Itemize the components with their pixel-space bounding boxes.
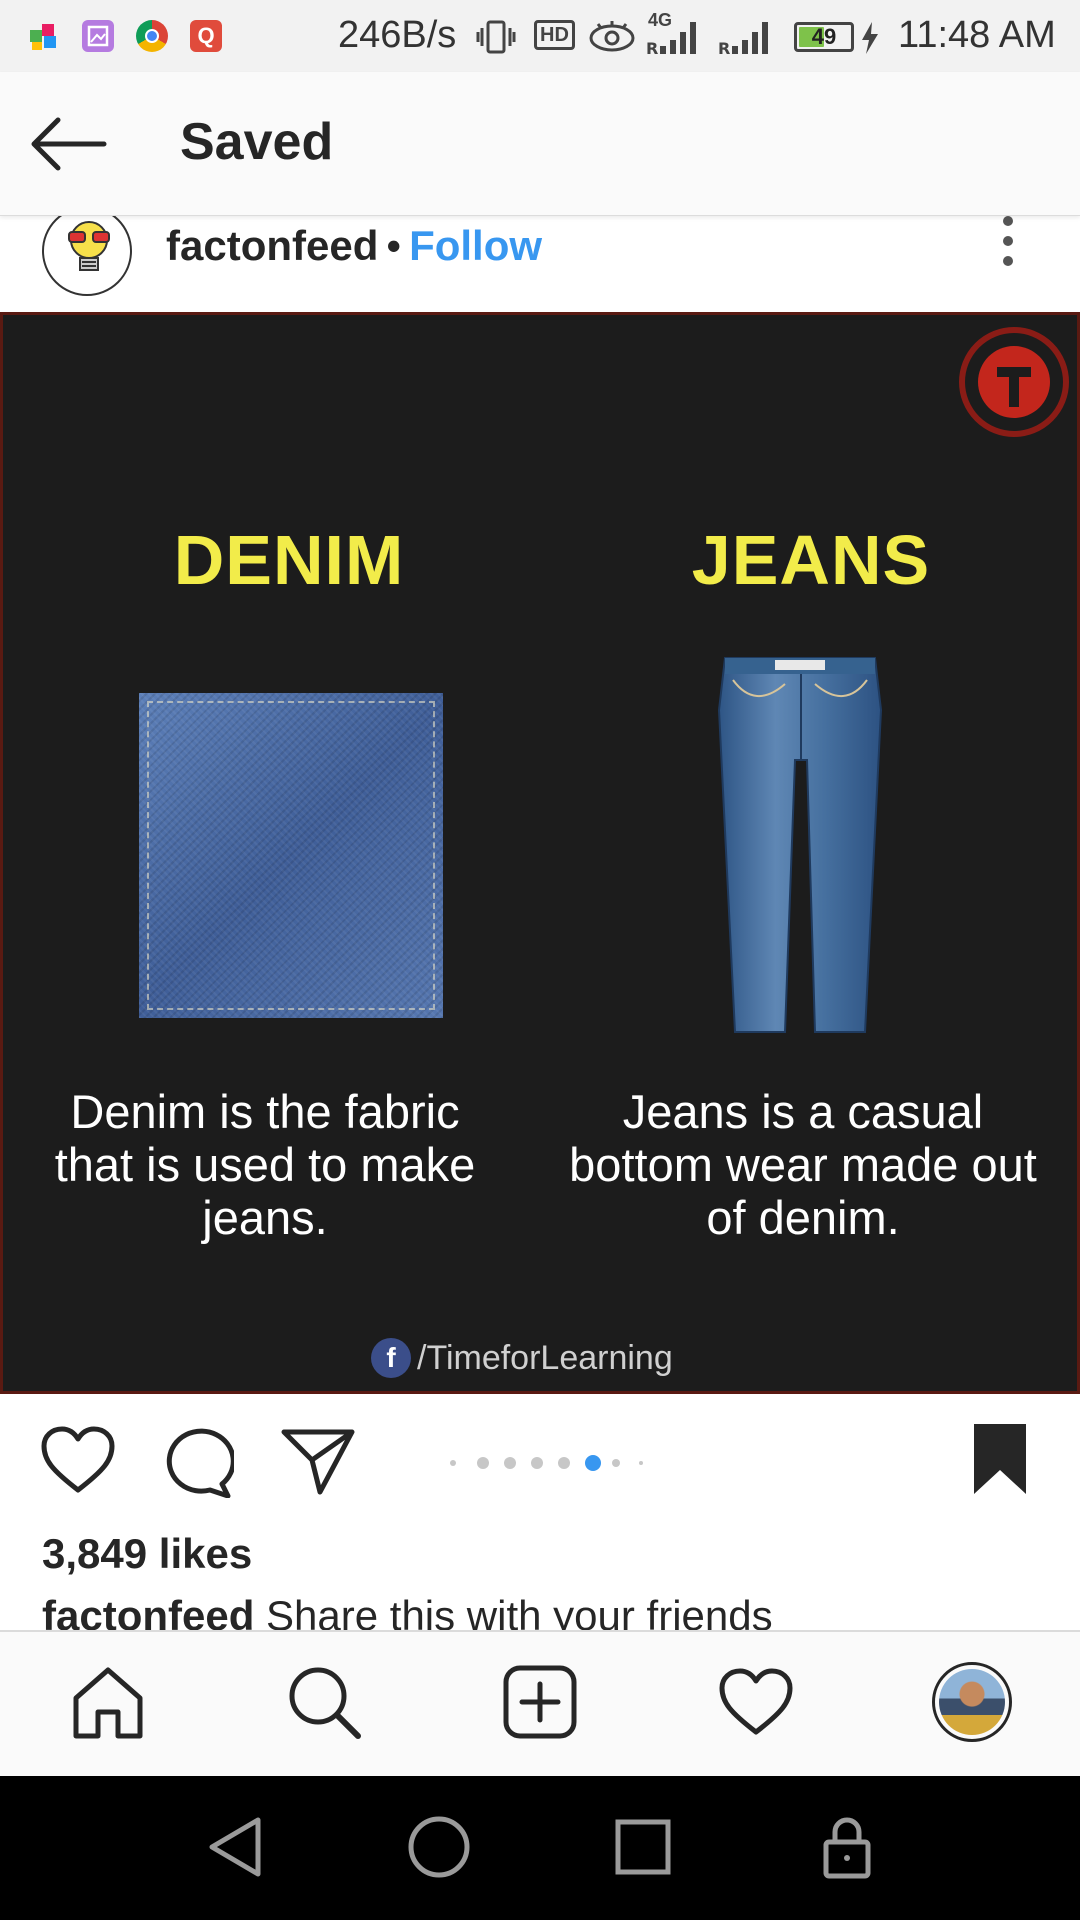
facebook-icon: f [371,1338,411,1378]
carousel-dot [531,1457,543,1469]
likes-count[interactable]: 3,849 likes [42,1530,252,1578]
svg-text:R: R [646,39,658,56]
vibrate-icon [476,18,516,61]
post-username[interactable]: factonfeed [166,222,378,269]
svg-text:R: R [718,39,730,56]
carousel-dot [477,1457,489,1469]
swatch-stitching [147,701,435,1010]
home-icon [73,1667,143,1739]
jeans-description: Jeans is a casual bottom wear made out o… [569,1085,1037,1244]
post-actions [0,1394,1080,1534]
signal-icon-1: R [646,18,706,61]
q-app-icon: Q [190,20,222,52]
carousel-indicator [440,1448,660,1478]
nav-activity[interactable] [716,1662,796,1742]
more-dot [1003,256,1013,266]
system-recents-button[interactable] [608,1812,678,1882]
battery-level: 49 [811,24,837,49]
page-title: Saved [180,113,334,171]
top-header: Saved [0,72,1080,216]
circle-home-icon [408,1816,470,1878]
chrome-icon [136,20,168,52]
carousel-dot [558,1457,570,1469]
carousel-dot [450,1460,456,1466]
arrow-left-icon [31,117,107,171]
carousel-dot [612,1459,620,1467]
battery-icon: 49 [794,22,854,52]
network-speed: 246B/s [338,14,457,56]
carousel-dot-active [585,1455,601,1471]
gallery-app-icon [82,20,114,52]
nav-profile[interactable] [932,1662,1012,1742]
denim-description: Denim is the fabric that is used to make… [54,1085,476,1244]
lightbulb-icon [68,221,110,271]
profile-photo [939,1669,1005,1735]
heart-icon [719,1668,793,1735]
system-back-button[interactable] [200,1812,270,1882]
nav-new-post[interactable] [500,1662,580,1742]
status-bar: Q 246B/s HD 4G R R 49 11:48 AM [0,0,1080,72]
system-nav-bar [0,1776,1080,1920]
lock-icon [823,1817,871,1879]
image-credit: f /TimeforLearning [371,1338,673,1378]
share-button[interactable] [280,1426,356,1503]
system-home-button[interactable] [404,1812,474,1882]
credit-text: /TimeforLearning [417,1338,673,1377]
like-button[interactable] [40,1426,116,1501]
search-icon [289,1667,361,1739]
separator-dot: • [386,222,402,269]
puzzle-app-icon [28,20,60,52]
square-recents-icon [615,1819,671,1875]
jeans-image [717,657,883,1033]
bookmark-filled-icon [974,1424,1026,1494]
add-post-icon [503,1665,577,1739]
charging-icon [860,22,880,59]
time-for-learning-logo-icon [959,327,1069,437]
comment-button[interactable] [160,1426,236,1503]
comment-icon [166,1428,236,1499]
triangle-back-icon [209,1817,261,1877]
post-author-line: factonfeed • Follow [166,222,542,270]
denim-title: DENIM [173,521,405,599]
back-button[interactable] [28,114,108,174]
avatar[interactable] [42,206,132,296]
save-button[interactable] [970,1422,1030,1501]
jeans-title: JEANS [691,521,931,599]
paper-plane-icon [281,1429,355,1495]
nav-home[interactable] [68,1662,148,1742]
bottom-nav [0,1630,1080,1776]
more-options-button[interactable] [990,216,1026,280]
clock: 11:48 AM [898,14,1056,56]
more-dot [1003,216,1013,226]
more-dot [1003,236,1013,246]
post-image[interactable]: DENIM JEANS Denim is the fabric that is … [0,312,1080,1394]
hd-badge: HD [534,20,575,50]
carousel-dot [639,1461,643,1465]
denim-swatch-image [139,693,443,1018]
post-header: factonfeed • Follow [0,206,1080,312]
profile-avatar [932,1662,1012,1742]
nav-search[interactable] [284,1662,364,1742]
screen-lock-button[interactable] [812,1812,882,1882]
heart-icon [41,1426,115,1493]
eye-icon [588,20,636,59]
signal-icon-2: R [718,18,778,61]
follow-button[interactable]: Follow [409,222,542,269]
carousel-dot [504,1457,516,1469]
